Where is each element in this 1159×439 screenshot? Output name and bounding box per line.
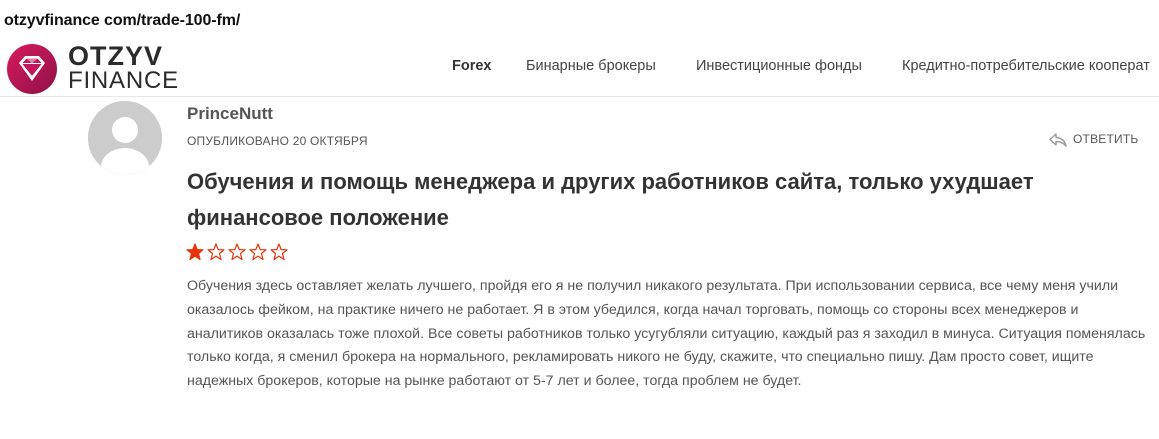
nav-item-credit-cooperatives[interactable]: Кредитно-потребительские кооперат	[902, 58, 1150, 74]
nav-item-investment-funds[interactable]: Инвестиционные фонды	[696, 58, 862, 74]
reply-button[interactable]: ОТВЕТИТЬ	[1049, 132, 1138, 147]
star-empty-icon	[228, 243, 246, 261]
reply-label: ОТВЕТИТЬ	[1073, 132, 1139, 146]
user-avatar-placeholder-icon	[88, 101, 162, 175]
reply-arrow-icon	[1049, 133, 1067, 147]
nav-item-binary-brokers[interactable]: Бинарные брокеры	[526, 58, 656, 74]
site-header: OTZYV FINANCE Forex Бинарные брокеры Инв…	[0, 38, 1159, 98]
star-empty-icon	[249, 243, 267, 261]
nav-item-forex[interactable]: Forex	[452, 58, 492, 74]
site-logo[interactable]: OTZYV FINANCE	[6, 41, 186, 94]
star-empty-icon	[270, 243, 288, 261]
comment-author[interactable]: PrinceNutt	[187, 104, 273, 124]
star-empty-icon	[207, 243, 225, 261]
diamond-logo-icon	[7, 44, 57, 94]
header-divider	[0, 96, 1159, 97]
logo-text-finance: FINANCE	[68, 67, 179, 94]
review-body: Обучения здесь оставляет желать лучшего,…	[187, 278, 1146, 390]
logo-text-otzyv: OTZYV	[68, 41, 164, 71]
review-title: Обучения и помощь менеджера и других раб…	[187, 169, 1034, 230]
comment-date: ОПУБЛИКОВАНО 20 ОКТЯБРЯ	[187, 134, 368, 148]
star-filled-icon	[186, 243, 204, 261]
url-caption: otzyvfinance com/trade-100-fm/	[4, 12, 241, 29]
star-rating	[186, 243, 291, 263]
